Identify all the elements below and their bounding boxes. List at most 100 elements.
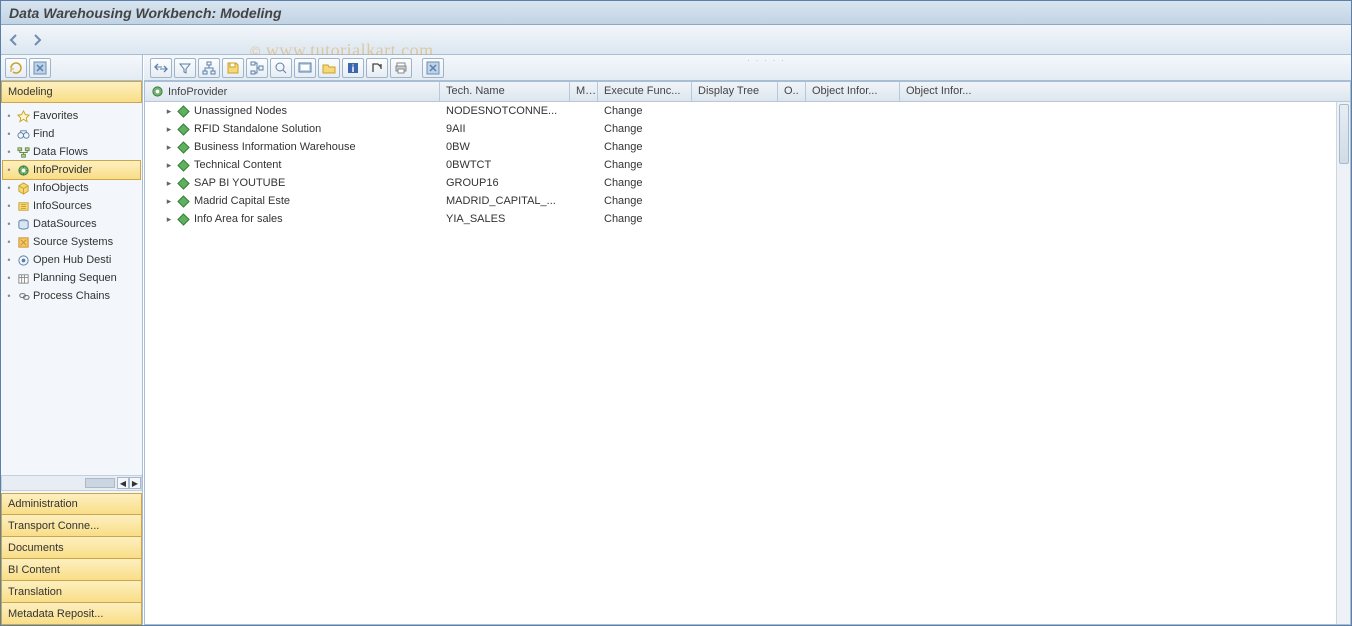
section-administration[interactable]: Administration xyxy=(1,493,142,515)
table-row[interactable]: ▸ Madrid Capital Este MADRID_CAPITAL_... Ch… xyxy=(145,192,1350,210)
col-o[interactable]: O.. xyxy=(778,82,806,101)
row-name: Business Information Warehouse xyxy=(194,141,356,153)
sidebar-item-processchains[interactable]: •Process Chains xyxy=(3,287,140,305)
tool-close2-icon[interactable] xyxy=(422,58,444,78)
col-execute[interactable]: Execute Func... xyxy=(598,82,692,101)
scroll-left-icon[interactable]: ◀ xyxy=(117,477,129,489)
section-metadata[interactable]: Metadata Reposit... xyxy=(1,603,142,625)
title-text: Data Warehousing Workbench: Modeling xyxy=(9,5,282,21)
binoculars-icon xyxy=(15,127,31,141)
section-bicontent[interactable]: BI Content xyxy=(1,559,142,581)
planning-icon xyxy=(15,271,31,285)
col-objinfo1[interactable]: Object Infor... xyxy=(806,82,900,101)
forward-button[interactable] xyxy=(29,32,45,48)
section-modeling[interactable]: Modeling xyxy=(1,81,142,103)
col-techname[interactable]: Tech. Name xyxy=(440,82,570,101)
col-objinfo2[interactable]: Object Infor... xyxy=(900,82,1298,101)
tool-close-icon[interactable] xyxy=(29,58,51,78)
row-tech: 0BWTCT xyxy=(446,159,491,171)
tool-find-icon[interactable] xyxy=(270,58,292,78)
infoprovider-icon xyxy=(15,163,31,177)
table-row[interactable]: ▸ RFID Standalone Solution 9AII Change xyxy=(145,120,1350,138)
star-icon xyxy=(15,109,31,123)
expand-icon[interactable]: ▸ xyxy=(165,196,173,207)
sidebar-item-infoobjects[interactable]: •InfoObjects xyxy=(3,179,140,197)
table-body: ▸Unassigned NodesNODESNOTCONNE...Change▸… xyxy=(145,102,1350,228)
expand-icon[interactable]: ▸ xyxy=(165,214,173,225)
title-bar: Data Warehousing Workbench: Modeling xyxy=(1,1,1351,25)
table-header: InfoProvider Tech. Name M.. Execute Func… xyxy=(145,82,1350,102)
datasources-icon xyxy=(15,217,31,231)
tool-arrows-icon[interactable] xyxy=(150,58,172,78)
table-row[interactable]: ▸ Unassigned Nodes NODESNOTCONNE... Change xyxy=(145,102,1350,120)
row-name: Unassigned Nodes xyxy=(194,105,287,117)
tool-info-icon[interactable]: i xyxy=(342,58,364,78)
sidebar-item-favorites[interactable]: •Favorites xyxy=(3,107,140,125)
table-row[interactable]: ▸ Info Area for sales YIA_SALES Change xyxy=(145,210,1350,228)
table: InfoProvider Tech. Name M.. Execute Func… xyxy=(144,81,1351,625)
tool-save-icon[interactable] xyxy=(222,58,244,78)
tool-refresh-icon[interactable] xyxy=(5,58,27,78)
expand-icon[interactable]: ▸ xyxy=(165,160,173,171)
row-name: Info Area for sales xyxy=(194,213,283,225)
expand-icon[interactable]: ▸ xyxy=(165,106,173,117)
row-tech: MADRID_CAPITAL_... xyxy=(446,195,556,207)
table-row[interactable]: ▸SAP BI YOUTUBEGROUP16Change xyxy=(145,174,1350,192)
section-translation[interactable]: Translation xyxy=(1,581,142,603)
sidebar-item-sourcesystems[interactable]: •Source Systems xyxy=(3,233,140,251)
table-row[interactable]: ▸Business Information Warehouse0BWChange xyxy=(145,138,1350,156)
sidebar-item-datasources[interactable]: •DataSources xyxy=(3,215,140,233)
chain-icon xyxy=(15,289,31,303)
row-exec: Change xyxy=(604,159,643,171)
row-exec: Change xyxy=(604,213,643,225)
tool-filter-icon[interactable] xyxy=(174,58,196,78)
row-name: Madrid Capital Este xyxy=(194,195,290,207)
section-transport[interactable]: Transport Conne... xyxy=(1,515,142,537)
col-infoprovider[interactable]: InfoProvider xyxy=(145,82,440,101)
row-name: Technical Content xyxy=(194,159,281,171)
openhub-icon xyxy=(15,253,31,267)
row-exec: Change xyxy=(604,195,643,207)
panel-handle[interactable] xyxy=(748,52,788,56)
sidebar-item-infosources[interactable]: •InfoSources xyxy=(3,197,140,215)
row-tech: 9AII xyxy=(446,123,466,135)
row-name: RFID Standalone Solution xyxy=(194,123,321,135)
row-exec: Change xyxy=(604,141,643,153)
col-m[interactable]: M.. xyxy=(570,82,598,101)
menu-strip xyxy=(1,25,1351,55)
tool-hierarchy-icon[interactable] xyxy=(198,58,220,78)
back-button[interactable] xyxy=(7,32,23,48)
table-row[interactable]: ▸ Technical Content 0BWTCT Change xyxy=(145,156,1350,174)
expand-icon[interactable]: ▸ xyxy=(165,142,173,153)
scroll-right-icon[interactable]: ▶ xyxy=(129,477,141,489)
sidebar-hscroll[interactable]: ◀▶ xyxy=(1,475,142,491)
row-exec: Change xyxy=(604,177,643,189)
expand-icon[interactable]: ▸ xyxy=(165,178,173,189)
tool-folder-icon[interactable] xyxy=(318,58,340,78)
row-exec: Change xyxy=(604,105,643,117)
sidebar: Modeling •Favorites •Find •Data Flows •I… xyxy=(1,55,143,625)
infoprovider-icon xyxy=(151,85,164,98)
sidebar-tree: •Favorites •Find •Data Flows •InfoProvid… xyxy=(1,103,142,473)
vscrollbar[interactable] xyxy=(1336,102,1350,624)
tool-export-icon[interactable] xyxy=(366,58,388,78)
sidebar-item-find[interactable]: •Find xyxy=(3,125,140,143)
tool-print-icon[interactable] xyxy=(390,58,412,78)
infoobjects-icon xyxy=(15,181,31,195)
section-label: Modeling xyxy=(8,86,53,98)
tool-screen-icon[interactable] xyxy=(294,58,316,78)
row-exec: Change xyxy=(604,123,643,135)
sidebar-item-planning[interactable]: •Planning Sequen xyxy=(3,269,140,287)
row-tech: GROUP16 xyxy=(446,177,499,189)
row-tech: NODESNOTCONNE... xyxy=(446,105,557,117)
sidebar-item-dataflows[interactable]: •Data Flows xyxy=(3,143,140,161)
infosources-icon xyxy=(15,199,31,213)
sidebar-item-openhub[interactable]: •Open Hub Desti xyxy=(3,251,140,269)
col-displaytree[interactable]: Display Tree xyxy=(692,82,778,101)
row-tech: YIA_SALES xyxy=(446,213,505,225)
expand-icon[interactable]: ▸ xyxy=(165,124,173,135)
tool-hier2-icon[interactable] xyxy=(246,58,268,78)
section-documents[interactable]: Documents xyxy=(1,537,142,559)
sidebar-item-infoprovider[interactable]: •InfoProvider xyxy=(3,161,140,179)
sidebar-toolbar xyxy=(1,55,142,81)
